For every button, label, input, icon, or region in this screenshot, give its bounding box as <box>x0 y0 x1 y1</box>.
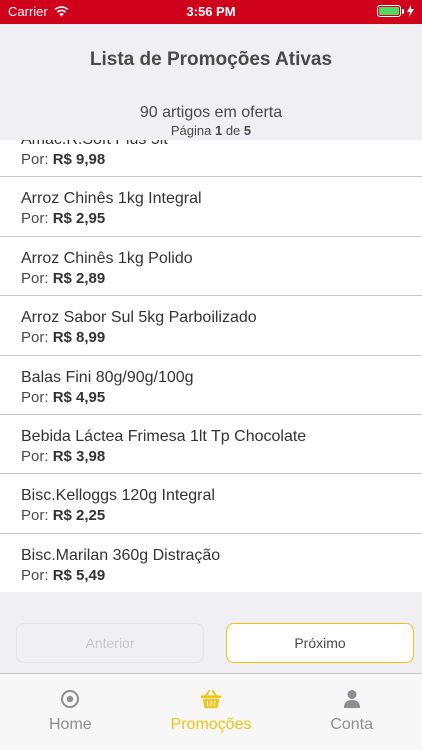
home-icon <box>59 688 81 710</box>
price-label: Por: <box>21 388 49 406</box>
list-item[interactable]: Bisc.Marilan 360g Distração Por: R$ 5,49 <box>0 533 422 592</box>
price-label: Por: <box>21 329 49 347</box>
list-item[interactable]: Arroz Sabor Sul 5kg Parboilizado Por: R$… <box>0 296 422 356</box>
price-label: Por: <box>21 151 49 168</box>
product-price: R$ 9,98 <box>52 151 106 168</box>
basket-icon <box>200 688 222 710</box>
product-name: Arroz Chinês 1kg Integral <box>21 190 202 208</box>
price-label: Por: <box>21 507 49 525</box>
list-item[interactable]: Arroz Chinês 1kg Polido Por: R$ 2,89 <box>0 236 422 297</box>
status-time: 3:56 PM <box>186 4 236 19</box>
list-item[interactable]: Bebida Láctea Frimesa 1lt Tp Chocolate P… <box>0 414 422 475</box>
list-item[interactable]: Balas Fini 80g/90g/100g Por: R$ 4,95 <box>0 355 422 415</box>
list-item[interactable]: Bisc.Kelloggs 120g Integral Por: R$ 2,25 <box>0 474 422 534</box>
product-name: Arroz Chinês 1kg Polido <box>21 249 193 267</box>
price-label: Por: <box>21 447 49 465</box>
product-name: Bebida Láctea Frimesa 1lt Tp Chocolate <box>21 427 307 445</box>
product-price: R$ 8,99 <box>52 329 106 347</box>
tab-bar: Home Promoções Conta <box>0 673 422 750</box>
total-pages: 5 <box>243 123 252 138</box>
pagination-controls: Anterior Próximo <box>0 592 422 673</box>
charging-icon <box>407 5 414 17</box>
product-name: Balas Fini 80g/90g/100g <box>21 368 194 386</box>
list-item[interactable]: Arroz Chinês 1kg Integral Por: R$ 2,95 <box>0 177 422 237</box>
product-name: Amac.R.Soft Plus 5lt <box>21 140 422 150</box>
previous-button[interactable]: Anterior <box>16 623 204 663</box>
user-icon <box>341 688 363 710</box>
page-title: Lista de Promoções Ativas <box>89 49 333 70</box>
offer-count: 90 artigos em oferta <box>139 104 283 121</box>
current-page: 1 <box>214 123 223 138</box>
tab-promocoes[interactable]: Promoções <box>141 674 282 750</box>
tab-home[interactable]: Home <box>0 674 141 750</box>
price-label: Por: <box>21 210 49 228</box>
product-price: R$ 3,98 <box>52 447 106 465</box>
product-name: Arroz Sabor Sul 5kg Parboilizado <box>21 309 257 327</box>
product-price: R$ 2,95 <box>52 210 106 228</box>
product-name: Bisc.Kelloggs 120g Integral <box>21 487 215 505</box>
product-price: R$ 5,49 <box>52 566 106 584</box>
product-price: R$ 2,89 <box>52 269 106 287</box>
product-price: R$ 4,95 <box>52 388 106 406</box>
price-label: Por: <box>21 566 49 584</box>
next-button[interactable]: Próximo <box>226 623 414 663</box>
product-name: Bisc.Marilan 360g Distração <box>21 546 221 564</box>
price-label: Por: <box>21 269 49 287</box>
page-header: Lista de Promoções Ativas 90 artigos em … <box>0 24 422 140</box>
product-price: R$ 2,25 <box>52 507 106 525</box>
list-item[interactable]: Amac.R.Soft Plus 5lt Por: R$ 9,98 <box>0 140 422 178</box>
page-indicator: Página 1 de 5 <box>170 123 252 138</box>
tab-label: Promoções <box>170 716 252 733</box>
battery-icon <box>377 5 414 17</box>
tab-conta[interactable]: Conta <box>281 674 422 750</box>
promotion-list[interactable]: Amac.R.Soft Plus 5lt Por: R$ 9,98 Arroz … <box>0 140 422 592</box>
status-bar: Carrier 3:56 PM <box>0 0 422 24</box>
tab-label: Home <box>48 716 92 733</box>
tab-label: Conta <box>330 716 374 733</box>
